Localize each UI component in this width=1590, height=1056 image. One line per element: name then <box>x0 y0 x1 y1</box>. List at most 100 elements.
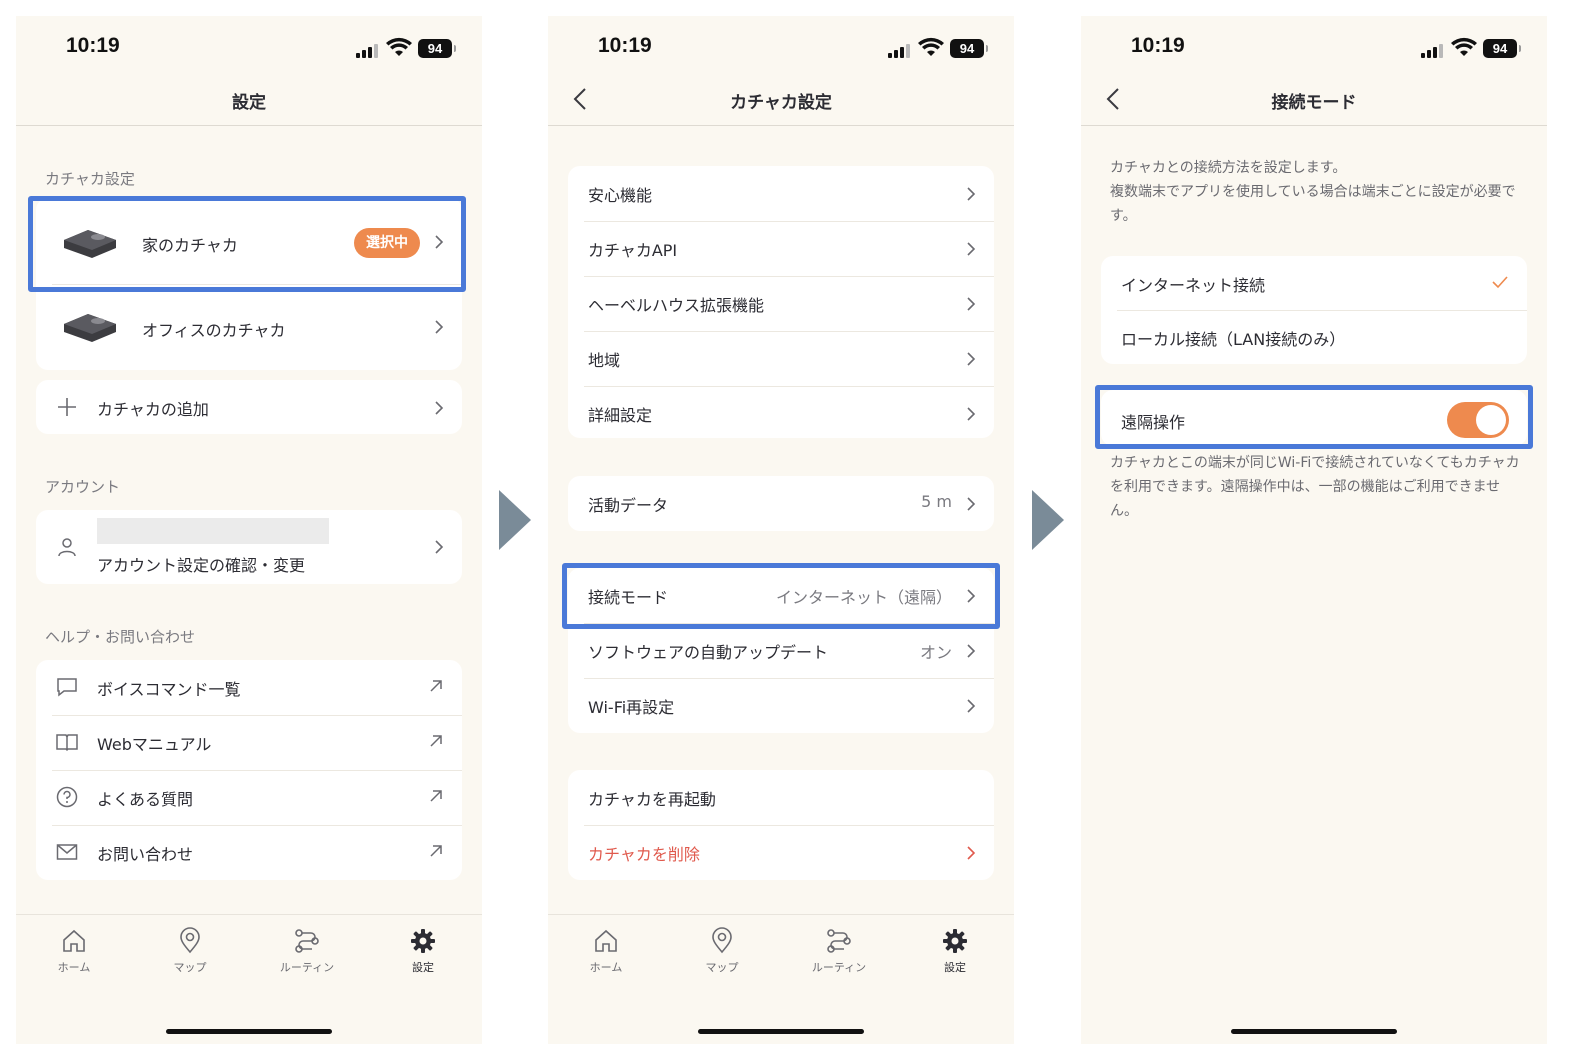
restart-button[interactable]: カチャカを再起動 <box>568 770 994 825</box>
help-row-voice-commands[interactable]: ボイスコマンド一覧 <box>36 660 462 715</box>
checkmark-icon <box>1492 276 1508 289</box>
tab-label: 設定 <box>412 961 434 974</box>
settings-row-advanced[interactable]: 詳細設定 <box>568 386 994 438</box>
device-row-office[interactable]: オフィスのカチャカ <box>36 284 462 370</box>
chevron-right-icon <box>967 352 976 366</box>
help-row-web-manual[interactable]: Webマニュアル <box>36 715 462 770</box>
wifi-icon <box>386 37 412 56</box>
status-bar: 10:19 94 <box>1081 16 1547 80</box>
flow-arrow-icon <box>1032 490 1064 550</box>
option-internet[interactable]: インターネット接続 <box>1101 256 1527 310</box>
wifi-icon <box>918 37 944 56</box>
chevron-right-icon <box>967 497 976 511</box>
wifi-icon <box>1451 37 1477 56</box>
option-local-lan[interactable]: ローカル接続（LAN接続のみ） <box>1101 310 1527 364</box>
tab-routine[interactable]: ルーティン <box>799 927 879 975</box>
status-bar: 10:19 94 <box>548 16 1014 80</box>
section-label-help: ヘルプ・お問い合わせ <box>45 628 196 646</box>
row-label: Wi-Fi再設定 <box>588 698 675 717</box>
status-time: 10:19 <box>1131 34 1185 57</box>
tab-map[interactable]: マップ <box>682 927 762 975</box>
chevron-right-icon <box>967 644 976 658</box>
plus-icon <box>58 398 76 416</box>
help-label: よくある質問 <box>97 790 194 809</box>
chevron-right-icon <box>967 297 976 311</box>
status-time: 10:19 <box>598 34 652 57</box>
question-circle-icon <box>56 786 78 808</box>
connection-mode-screen: 10:19 94 接続モード カチャカとの接続方法を設定します。 複数端末でアプ… <box>1081 16 1547 1044</box>
section-label-account: アカウント <box>45 478 121 496</box>
settings-screen: 10:19 94 設定 カチャカ設定 家のカチャカ 選択中 オフィスのカチャカ … <box>16 16 482 1044</box>
settings-row-safety[interactable]: 安心機能 <box>568 166 994 221</box>
home-icon <box>595 929 617 952</box>
signal-icon <box>1421 44 1443 58</box>
settings-row-region[interactable]: 地域 <box>568 331 994 386</box>
settings-row-auto-update[interactable]: ソフトウェアの自動アップデート オン <box>568 623 994 678</box>
flow-arrow-icon <box>499 490 531 550</box>
book-icon <box>56 734 78 752</box>
chevron-right-icon <box>435 401 444 415</box>
routine-icon <box>827 929 851 953</box>
settings-row-hebel-haus[interactable]: ヘーベルハウス拡張機能 <box>568 276 994 331</box>
row-label: 活動データ <box>588 496 669 515</box>
help-label: お問い合わせ <box>97 845 194 864</box>
help-label: ボイスコマンド一覧 <box>97 680 241 699</box>
connection-description: カチャカとの接続方法を設定します。 複数端末でアプリを使用している場合は端末ごと… <box>1110 160 1516 224</box>
account-row[interactable]: アカウント設定の確認・変更 <box>36 510 462 584</box>
home-indicator <box>1231 1029 1397 1034</box>
tab-label: ルーティン <box>279 961 335 974</box>
settings-row-wifi-setup[interactable]: Wi-Fi再設定 <box>568 678 994 733</box>
tab-bar: ホーム マップ ルーティン 設定 <box>16 914 482 1044</box>
help-row-faq[interactable]: よくある質問 <box>36 770 462 825</box>
settings-group-1: 安心機能 カチャカAPI ヘーベルハウス拡張機能 地域 詳細設定 <box>568 166 994 438</box>
tab-bar: ホーム マップ ルーティン 設定 <box>548 914 1014 1044</box>
battery-icon: 94 <box>418 39 456 58</box>
tab-label: ホーム <box>589 961 623 974</box>
tab-routine[interactable]: ルーティン <box>267 927 347 975</box>
gear-icon <box>943 929 967 953</box>
settings-row-activity-data[interactable]: 活動データ 5 m <box>568 476 994 531</box>
person-icon <box>58 538 76 557</box>
remote-operation-note: カチャカとこの端末が同じWi-Fiで接続されていなくてもカチャカを利用できます。… <box>1110 455 1520 519</box>
help-card: ボイスコマンド一覧 Webマニュアル よくある質問 お問い合わせ <box>36 660 462 880</box>
tab-home[interactable]: ホーム <box>34 927 114 975</box>
settings-row-api[interactable]: カチャカAPI <box>568 221 994 276</box>
home-indicator <box>698 1029 864 1034</box>
gear-icon <box>411 929 435 953</box>
settings-group-2: 活動データ 5 m <box>568 476 994 531</box>
home-indicator <box>166 1029 332 1034</box>
row-label: カチャカAPI <box>588 241 678 260</box>
signal-icon <box>888 44 910 58</box>
account-card: アカウント設定の確認・変更 <box>36 510 462 584</box>
tab-settings[interactable]: 設定 <box>915 927 995 975</box>
highlight-frame <box>1095 385 1533 449</box>
nav-bar: カチャカ設定 <box>548 80 1014 126</box>
chat-bubble-icon <box>57 678 77 697</box>
row-label: カチャカを再起動 <box>588 790 716 809</box>
add-device-row[interactable]: カチャカの追加 <box>36 380 462 435</box>
signal-icon <box>356 44 378 58</box>
section-label-devices: カチャカ設定 <box>45 170 135 188</box>
page-title: 設定 <box>232 93 266 113</box>
mail-icon <box>56 844 78 860</box>
delete-device-button[interactable]: カチャカを削除 <box>568 825 994 880</box>
tab-settings[interactable]: 設定 <box>383 927 463 975</box>
tab-map[interactable]: マップ <box>150 927 230 975</box>
chevron-right-icon <box>967 187 976 201</box>
page-title: 接続モード <box>1271 93 1357 113</box>
add-device-label: カチャカの追加 <box>97 400 209 419</box>
help-row-contact[interactable]: お問い合わせ <box>36 825 462 880</box>
external-link-icon <box>430 680 442 692</box>
nav-bar: 接続モード <box>1081 80 1547 126</box>
row-label: 安心機能 <box>588 186 653 205</box>
chevron-right-icon <box>967 699 976 713</box>
tab-home[interactable]: ホーム <box>566 927 646 975</box>
robot-device-icon <box>64 314 116 342</box>
page-title: カチャカ設定 <box>730 93 832 113</box>
row-label: ヘーベルハウス拡張機能 <box>588 296 765 315</box>
chevron-right-icon <box>435 320 444 334</box>
tab-label: ルーティン <box>811 961 867 974</box>
chevron-right-icon <box>435 540 444 554</box>
tab-label: 設定 <box>944 961 966 974</box>
device-settings-screen: 10:19 94 カチャカ設定 安心機能 カチャカAPI ヘーベルハウス拡張機能… <box>548 16 1014 1044</box>
